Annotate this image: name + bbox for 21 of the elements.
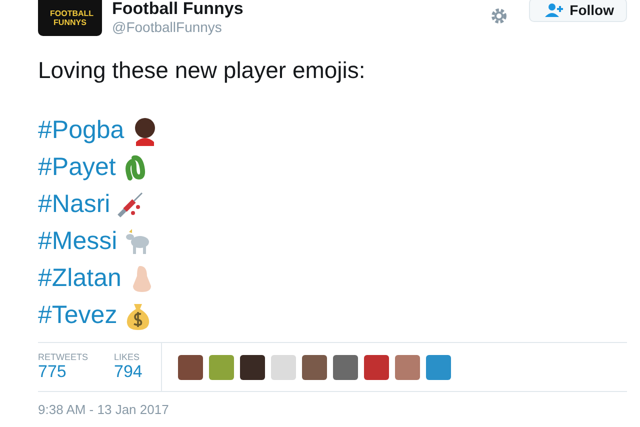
profile-avatar[interactable]: FOOTBALL FUNNYS xyxy=(38,0,102,36)
add-user-icon xyxy=(544,3,564,17)
hashtag-link[interactable]: #Messi xyxy=(38,227,118,256)
hashtag-link[interactable]: #Zlatan xyxy=(38,264,122,293)
account-name: Football Funnys xyxy=(112,0,244,18)
stat-label: RETWEETS xyxy=(38,352,88,362)
follow-button[interactable]: Follow xyxy=(528,0,627,22)
stat-label: LIKES xyxy=(114,352,141,362)
tweet-text: Loving these new player emojis: xyxy=(38,56,366,84)
account-handle: @FootballFunnys xyxy=(112,18,223,36)
user-avatar-placeholder[interactable] xyxy=(178,354,204,380)
hashtag-link[interactable]: #Nasri xyxy=(38,190,110,219)
tweet-timestamp: 9:38 AM - 13 Jan 2017 xyxy=(38,402,170,417)
user-avatar-placeholder[interactable] xyxy=(302,354,328,380)
hashtag-link[interactable]: #Payet xyxy=(38,153,116,182)
hashtag-link[interactable]: #Pogba xyxy=(38,116,124,145)
user-avatar-placeholder[interactable] xyxy=(240,354,266,380)
stat-count-link[interactable]: 775 xyxy=(38,362,88,382)
settings-icon[interactable] xyxy=(488,6,509,26)
stat-count-link[interactable]: 794 xyxy=(114,362,142,382)
hashtag-link[interactable]: #Tevez xyxy=(38,301,118,330)
